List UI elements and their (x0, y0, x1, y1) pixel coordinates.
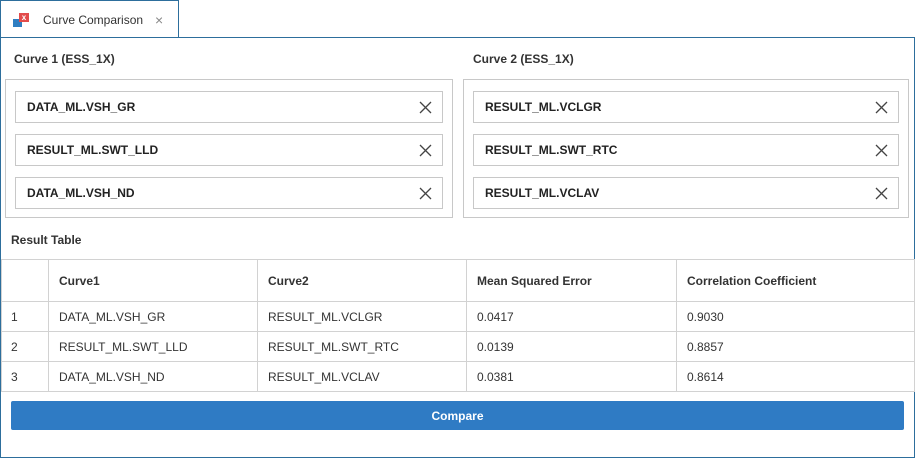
curve2-item[interactable]: RESULT_ML.VCLGR (473, 91, 899, 123)
table-cell: 0.0139 (466, 331, 677, 362)
result-table: Curve1 Curve2 Mean Squared Error Correla… (1, 259, 915, 392)
row-index: 3 (1, 361, 49, 392)
curve2-label: Curve 2 (ESS_1X) (473, 52, 574, 66)
table-row[interactable]: 2 RESULT_ML.SWT_LLD RESULT_ML.SWT_RTC 0.… (1, 331, 915, 362)
table-cell: RESULT_ML.SWT_RTC (257, 331, 467, 362)
curve1-label: Curve 1 (ESS_1X) (14, 52, 115, 66)
table-cell: DATA_ML.VSH_ND (48, 361, 258, 392)
tab-curve-comparison[interactable]: x Curve Comparison × (0, 0, 179, 38)
curve2-item[interactable]: RESULT_ML.SWT_RTC (473, 134, 899, 166)
column-header[interactable]: Curve2 (257, 259, 467, 302)
table-cell: RESULT_ML.SWT_LLD (48, 331, 258, 362)
result-table-title: Result Table (11, 233, 82, 247)
tab-title: Curve Comparison (43, 12, 144, 27)
curve2-item[interactable]: RESULT_ML.VCLAV (473, 177, 899, 209)
curve1-list: DATA_ML.VSH_GR RESULT_ML.SWT_LLD DATA_ML… (5, 79, 453, 218)
curve1-item-label: DATA_ML.VSH_GR (27, 100, 136, 114)
column-header[interactable]: Curve1 (48, 259, 258, 302)
table-row[interactable]: 3 DATA_ML.VSH_ND RESULT_ML.VCLAV 0.0381 … (1, 361, 915, 392)
curve2-list: RESULT_ML.VCLGR RESULT_ML.SWT_RTC RESULT… (463, 79, 909, 218)
column-header[interactable]: Correlation Coefficient (676, 259, 915, 302)
table-cell: DATA_ML.VSH_GR (48, 301, 258, 332)
curve1-item-label: DATA_ML.VSH_ND (27, 186, 135, 200)
curve1-item[interactable]: RESULT_ML.SWT_LLD (15, 134, 443, 166)
table-cell: 0.9030 (676, 301, 915, 332)
table-cell: 0.8857 (676, 331, 915, 362)
row-index: 1 (1, 301, 49, 332)
table-cell: 0.0381 (466, 361, 677, 392)
table-row[interactable]: 1 DATA_ML.VSH_GR RESULT_ML.VCLGR 0.0417 … (1, 301, 915, 332)
curve2-item-label: RESULT_ML.SWT_RTC (485, 143, 618, 157)
remove-icon[interactable] (419, 187, 432, 200)
table-cell: RESULT_ML.VCLAV (257, 361, 467, 392)
remove-icon[interactable] (419, 101, 432, 114)
column-header[interactable] (1, 259, 49, 302)
curve1-item[interactable]: DATA_ML.VSH_GR (15, 91, 443, 123)
compare-button[interactable]: Compare (11, 401, 904, 430)
table-header-row: Curve1 Curve2 Mean Squared Error Correla… (1, 259, 915, 302)
table-cell: 0.8614 (676, 361, 915, 392)
table-cell: 0.0417 (466, 301, 677, 332)
remove-icon[interactable] (419, 144, 432, 157)
remove-icon[interactable] (875, 101, 888, 114)
row-index: 2 (1, 331, 49, 362)
remove-icon[interactable] (875, 144, 888, 157)
column-header[interactable]: Mean Squared Error (466, 259, 677, 302)
table-cell: RESULT_ML.VCLGR (257, 301, 467, 332)
curve1-item-label: RESULT_ML.SWT_LLD (27, 143, 159, 157)
tab-strip: x Curve Comparison × (0, 0, 915, 38)
curve2-item-label: RESULT_ML.VCLAV (485, 186, 600, 200)
close-icon[interactable]: × (155, 13, 163, 27)
curve-compare-icon: x (13, 11, 31, 29)
curve2-item-label: RESULT_ML.VCLGR (485, 100, 602, 114)
curve1-item[interactable]: DATA_ML.VSH_ND (15, 177, 443, 209)
remove-icon[interactable] (875, 187, 888, 200)
